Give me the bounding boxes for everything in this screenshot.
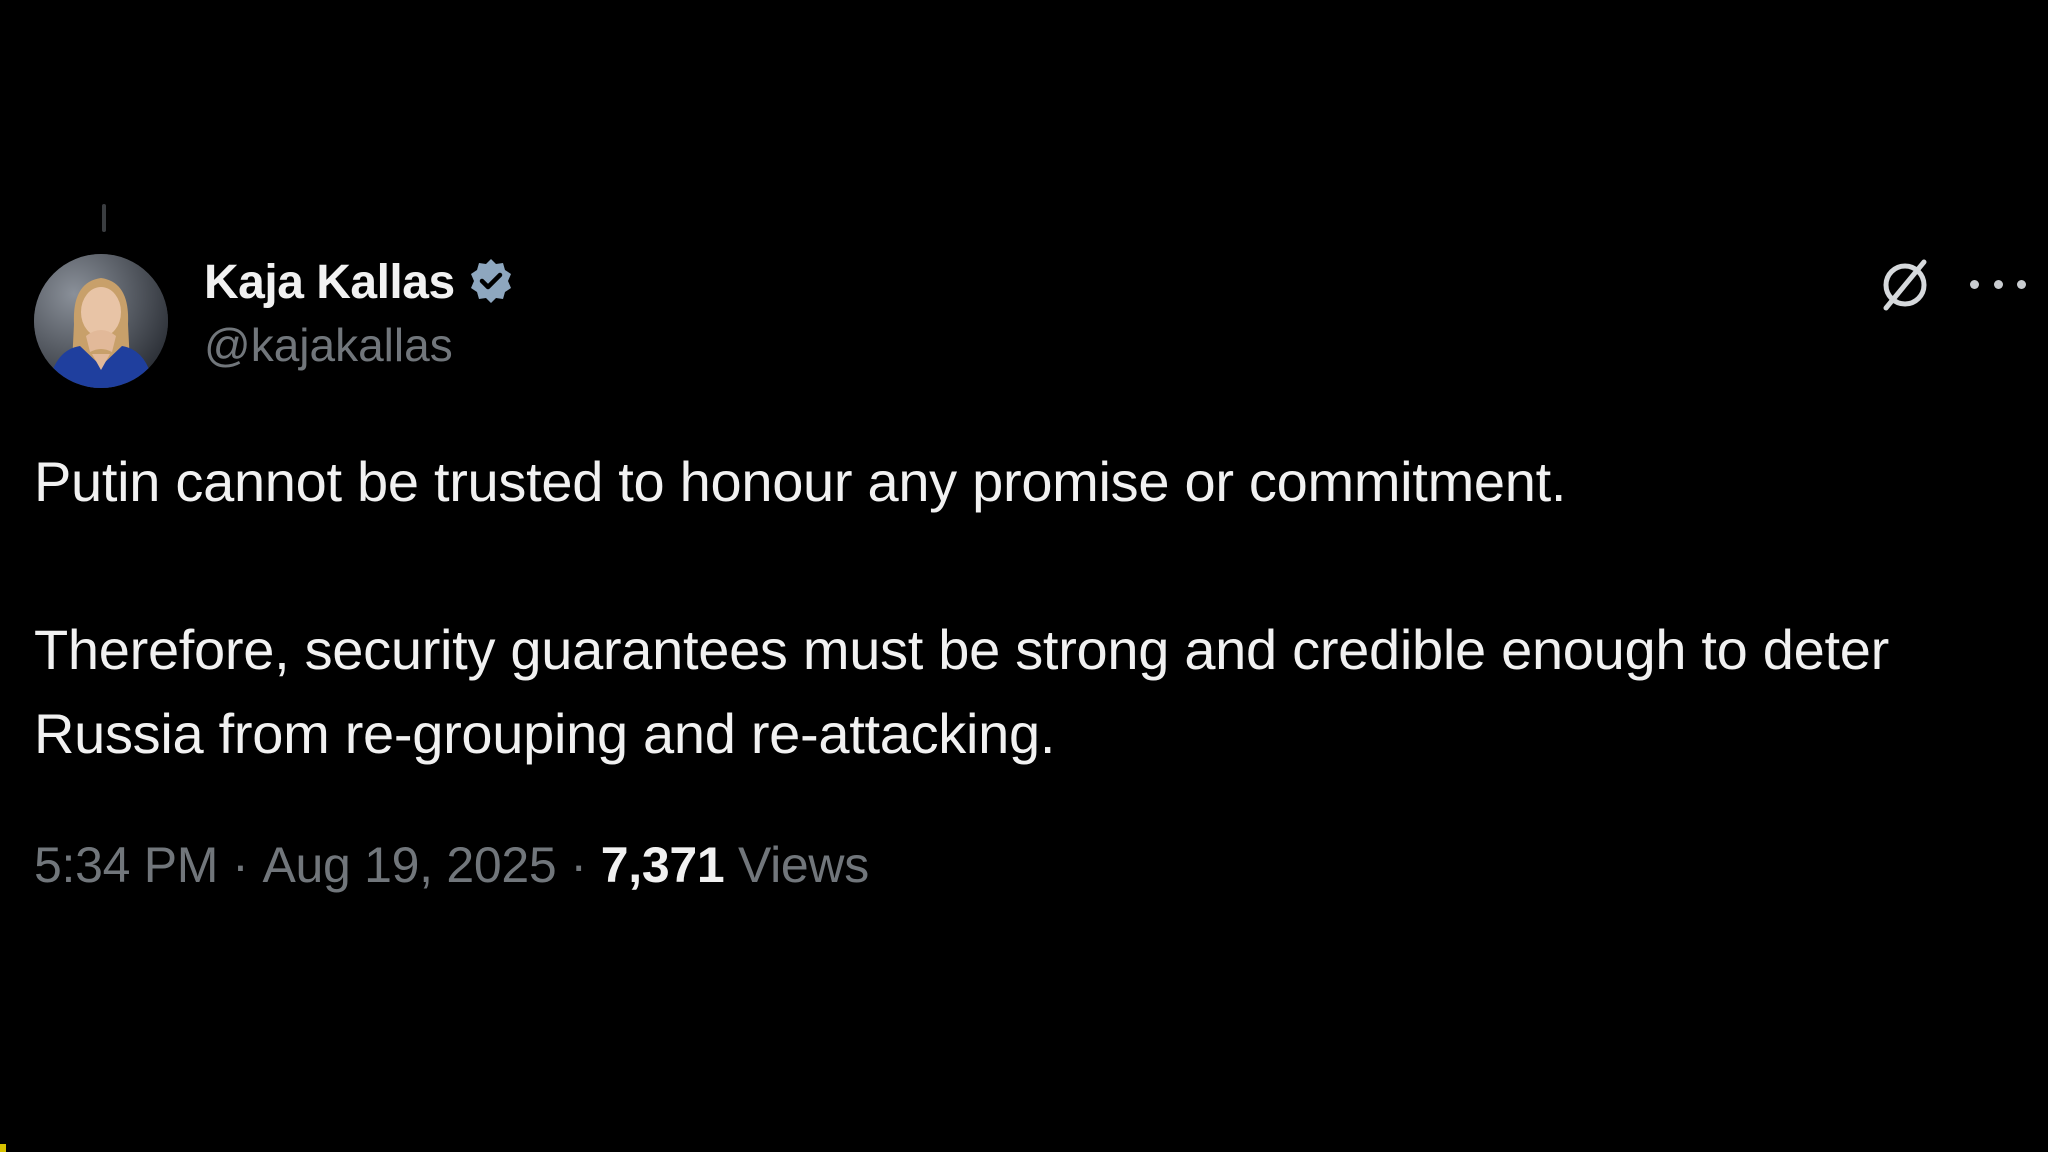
profile-photo [34, 254, 168, 388]
author-block: Kaja Kallas @kajakallas [204, 252, 517, 372]
more-options-icon[interactable] [1970, 268, 2026, 300]
author-name-row: Kaja Kallas [204, 252, 517, 312]
tweet-text: Putin cannot be trusted to honour any pr… [34, 440, 2014, 776]
author-display-name[interactable]: Kaja Kallas [204, 255, 455, 310]
more-dot [2017, 279, 2026, 289]
tweet-meta: 5:34 PM · Aug 19, 2025 · 7,371 Views [34, 836, 869, 894]
tweet-paragraph-2: Therefore, security guarantees must be s… [34, 618, 1889, 765]
meta-separator: · [232, 837, 249, 893]
more-dot [1970, 279, 1979, 289]
verified-badge-icon[interactable] [465, 256, 517, 308]
corner-mark [0, 1144, 6, 1152]
author-handle[interactable]: @kajakallas [204, 318, 517, 372]
tweet-time[interactable]: 5:34 PM [34, 837, 218, 893]
thread-connector-line [102, 204, 106, 232]
tweet-paragraph-1: Putin cannot be trusted to honour any pr… [34, 450, 1567, 513]
meta-separator: · [570, 837, 587, 893]
views-count[interactable]: 7,371 [601, 837, 725, 893]
views-label: Views [737, 837, 869, 893]
avatar[interactable] [34, 254, 168, 388]
grok-icon[interactable] [1874, 254, 1936, 316]
more-dot [1993, 279, 2003, 289]
tweet-date[interactable]: Aug 19, 2025 [262, 837, 556, 893]
